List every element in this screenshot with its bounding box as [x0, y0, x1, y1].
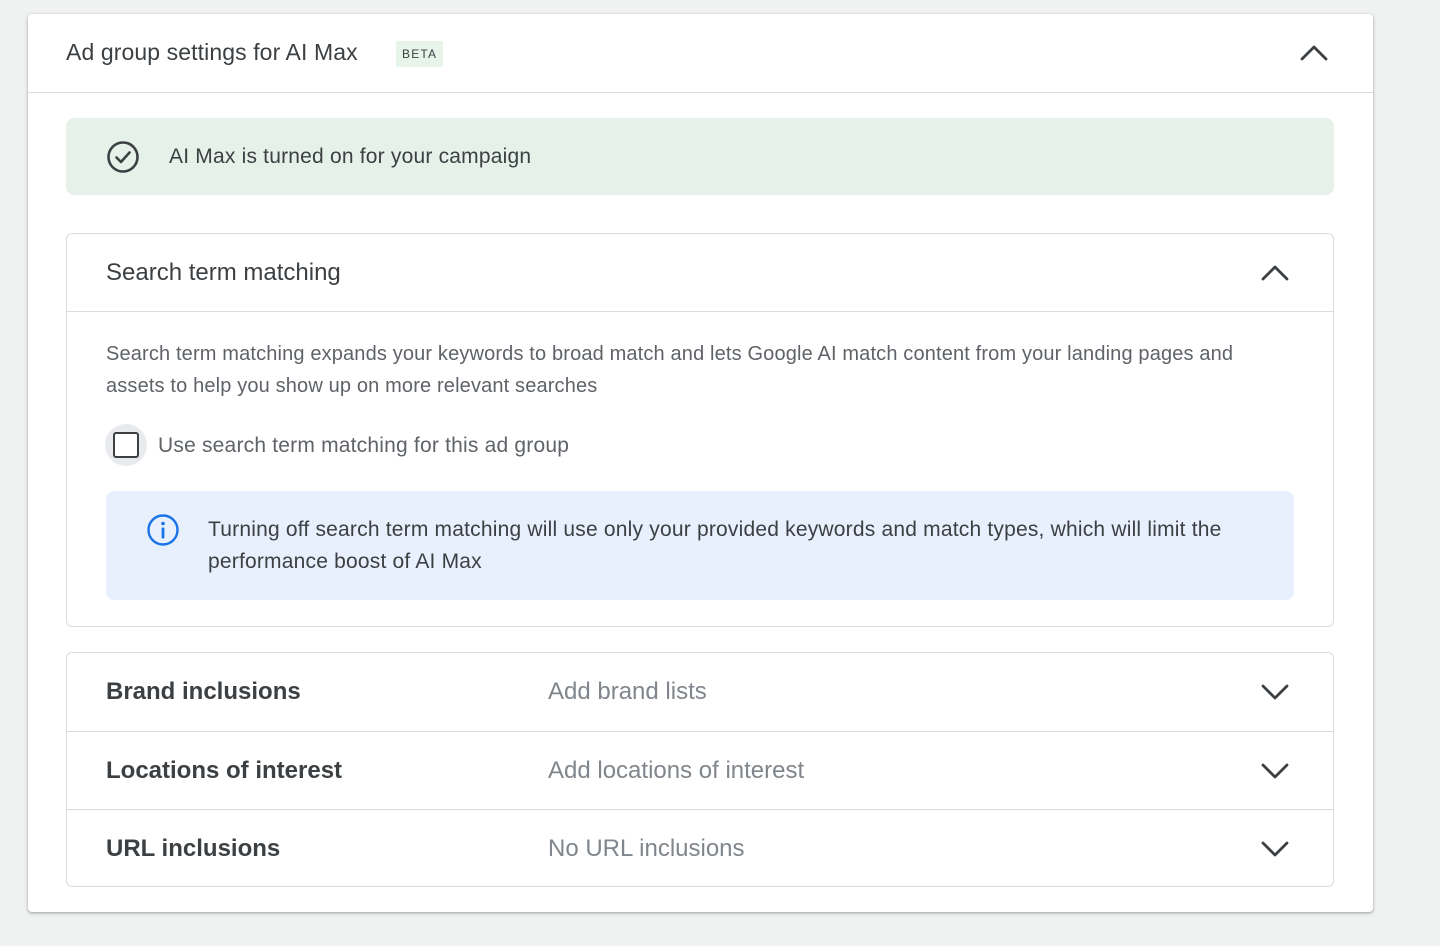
info-banner: Turning off search term matching will us…: [106, 491, 1294, 600]
card-title: Ad group settings for AI Max: [66, 39, 358, 65]
status-text: AI Max is turned on for your campaign: [169, 145, 532, 168]
chevron-down-icon[interactable]: [1257, 834, 1293, 864]
card-header[interactable]: Ad group settings for AI Max BETA: [28, 14, 1373, 93]
row-value: Add brand lists: [548, 678, 707, 705]
search-term-matching-panel: Search term matching Search term matchin…: [66, 233, 1334, 627]
url-inclusions-row[interactable]: URL inclusions No URL inclusions: [67, 809, 1333, 886]
row-value: No URL inclusions: [548, 835, 745, 862]
checkbox-box[interactable]: [113, 432, 139, 458]
locations-of-interest-row[interactable]: Locations of interest Add locations of i…: [67, 731, 1333, 809]
info-icon: [147, 514, 179, 546]
row-label: Brand inclusions: [106, 678, 301, 705]
search-term-matching-title: Search term matching: [106, 259, 341, 286]
row-label: URL inclusions: [106, 835, 281, 862]
brand-inclusions-row[interactable]: Brand inclusions Add brand lists: [67, 653, 1333, 731]
search-term-matching-header[interactable]: Search term matching: [67, 234, 1333, 312]
ai-max-settings-card: Ad group settings for AI Max BETA AI Max…: [28, 14, 1373, 912]
beta-badge: BETA: [396, 41, 444, 67]
chevron-up-icon[interactable]: [1257, 258, 1293, 288]
info-text: Turning off search term matching will us…: [208, 518, 1222, 573]
checkbox-label[interactable]: Use search term matching for this ad gro…: [158, 434, 569, 458]
chevron-down-icon[interactable]: [1257, 756, 1293, 786]
row-label: Locations of interest: [106, 757, 343, 784]
chevron-up-icon[interactable]: [1296, 38, 1332, 68]
search-term-matching-checkbox[interactable]: [105, 424, 147, 466]
ai-max-settings-list: Brand inclusions Add brand lists Locatio…: [66, 652, 1334, 887]
ai-max-status-banner: AI Max is turned on for your campaign: [66, 118, 1334, 195]
check-circle-icon: [107, 141, 139, 173]
search-term-matching-description: Search term matching expands your keywor…: [106, 343, 1234, 397]
chevron-down-icon[interactable]: [1257, 677, 1293, 707]
row-value: Add locations of interest: [548, 757, 805, 784]
